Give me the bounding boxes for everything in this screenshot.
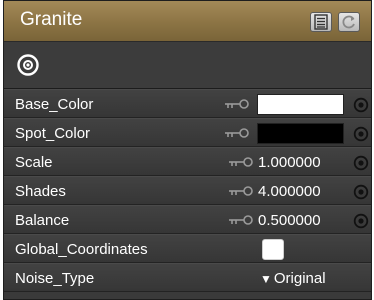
dropdown-value: Original	[273, 270, 326, 287]
connect-input-icon[interactable]	[353, 155, 369, 171]
param-row-spot-color: Spot_Color	[4, 118, 371, 147]
param-value[interactable]: 4.000000	[258, 183, 321, 200]
param-row-balance: Balance 0.500000	[4, 205, 371, 234]
param-row-shades: Shades 4.000000	[4, 176, 371, 205]
param-value[interactable]: 1.000000	[258, 154, 321, 171]
param-label: Scale	[15, 154, 53, 171]
connect-input-icon[interactable]	[353, 97, 369, 113]
param-row-noise-type: Noise_Type ▼ Original	[4, 263, 371, 292]
refresh-icon	[342, 15, 355, 29]
panel-titlebar: Granite	[4, 1, 371, 42]
key-icon[interactable]	[228, 214, 254, 226]
param-label: Base_Color	[15, 96, 94, 113]
key-icon[interactable]	[224, 98, 250, 110]
param-row-base-color: Base_Color	[4, 89, 371, 118]
param-label: Shades	[15, 183, 66, 200]
param-label: Balance	[15, 212, 70, 229]
param-label: Global_Coordinates	[15, 241, 148, 258]
list-view-button[interactable]	[310, 12, 332, 32]
param-value[interactable]: 0.500000	[258, 212, 321, 229]
key-icon[interactable]	[228, 185, 254, 197]
list-view-icon	[314, 14, 328, 30]
color-swatch[interactable]	[257, 94, 344, 115]
shader-panel: Granite Base_Color Spot_Color Scale 1.00…	[3, 0, 372, 300]
param-row-scale: Scale 1.000000	[4, 147, 371, 176]
tool-row	[4, 42, 371, 89]
color-swatch[interactable]	[257, 123, 344, 144]
noise-type-dropdown[interactable]: ▼ Original	[260, 270, 326, 287]
key-icon[interactable]	[224, 127, 250, 139]
global-coordinates-checkbox[interactable]	[262, 239, 284, 260]
connect-input-icon[interactable]	[353, 213, 369, 229]
target-icon[interactable]	[16, 53, 40, 77]
connect-input-icon[interactable]	[353, 184, 369, 200]
param-label: Spot_Color	[15, 125, 91, 142]
refresh-button[interactable]	[338, 12, 360, 32]
connect-input-icon[interactable]	[353, 126, 369, 142]
param-label: Noise_Type	[15, 270, 95, 287]
key-icon[interactable]	[228, 156, 254, 168]
dropdown-arrow-icon: ▼	[260, 272, 272, 286]
param-row-global-coordinates: Global_Coordinates	[4, 234, 371, 263]
panel-title: Granite	[20, 9, 83, 30]
